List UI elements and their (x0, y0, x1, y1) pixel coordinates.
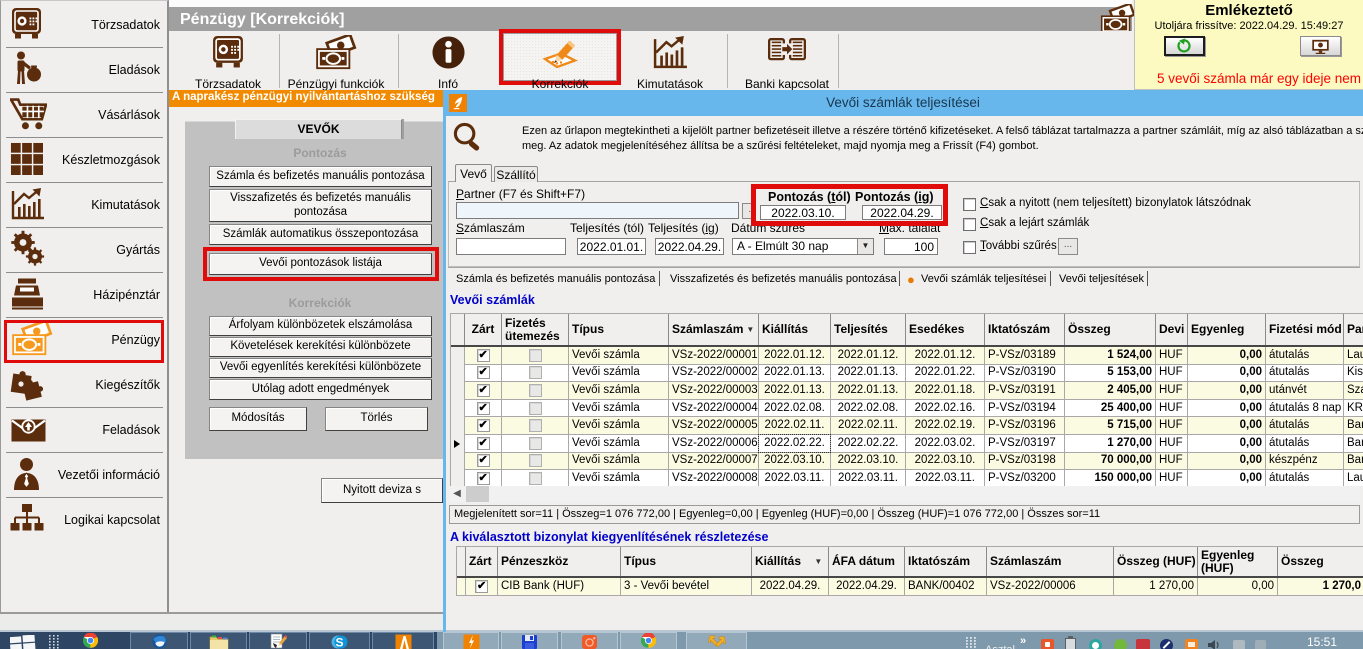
svg-text:S: S (335, 636, 343, 649)
